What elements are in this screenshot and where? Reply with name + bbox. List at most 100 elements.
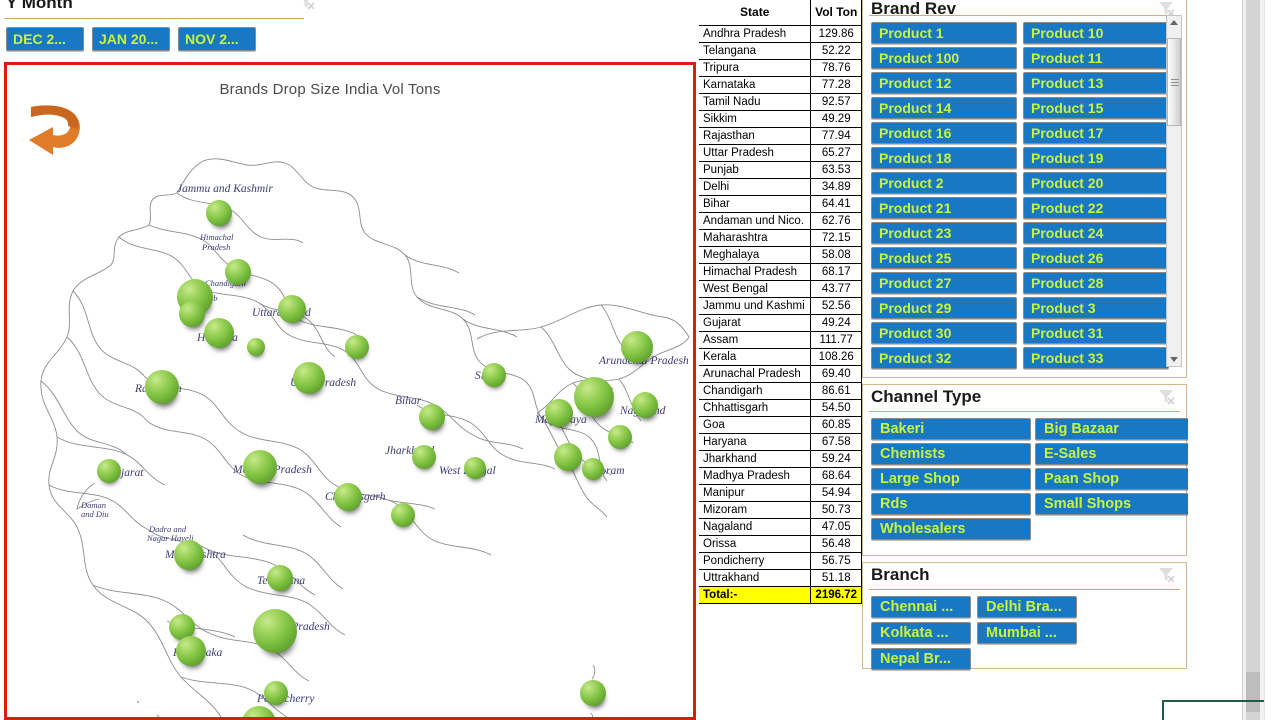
map-bubble-26[interactable] (545, 399, 574, 431)
brand-item-12[interactable]: Product 2 (871, 172, 1017, 194)
table-row[interactable]: Andaman und Nico. 62.76 (699, 211, 862, 230)
table-row[interactable]: Jammu und Kashmi 52.56 (699, 296, 862, 315)
table-row[interactable]: Tripura 78.76 (699, 58, 862, 77)
map-bubble-18[interactable] (176, 636, 207, 671)
map-bubble-7[interactable] (345, 335, 370, 363)
month-item-1[interactable]: JAN 20... (92, 27, 170, 51)
branch-item-2[interactable]: Kolkata ... (871, 622, 971, 644)
brand-item-21[interactable]: Product 28 (1023, 272, 1169, 294)
map-bubble-5[interactable] (247, 338, 266, 359)
channel-item-2[interactable]: Chemists (871, 443, 1031, 465)
table-row[interactable]: Haryana 67.58 (699, 432, 862, 451)
brand-item-6[interactable]: Product 14 (871, 97, 1017, 119)
app-vertical-scrollbar[interactable] (1242, 0, 1264, 720)
map-bubble-29[interactable] (632, 392, 659, 422)
branch-item-3[interactable]: Mumbai ... (977, 622, 1077, 644)
map-bubble-3[interactable] (179, 301, 206, 331)
brand-item-13[interactable]: Product 20 (1023, 172, 1169, 194)
table-row[interactable]: Mizoram 50.73 (699, 500, 862, 519)
table-row[interactable]: Andhra Pradesh 129.86 (699, 24, 862, 43)
brand-item-19[interactable]: Product 26 (1023, 247, 1169, 269)
map-bubble-10[interactable] (97, 459, 122, 487)
branch-item-4[interactable]: Nepal Br... (871, 648, 971, 670)
brand-item-24[interactable]: Product 30 (871, 322, 1017, 344)
brand-item-5[interactable]: Product 13 (1023, 72, 1169, 94)
channel-item-8[interactable]: Wholesalers (871, 518, 1031, 540)
table-row[interactable]: Uttar Pradesh 65.27 (699, 143, 862, 162)
map-bubble-19[interactable] (264, 681, 289, 709)
map-bubble-31[interactable] (554, 443, 583, 475)
table-row[interactable]: Arunachal Pradesh 69.40 (699, 364, 862, 383)
table-row[interactable]: Goa 60.85 (699, 415, 862, 434)
brand-item-25[interactable]: Product 31 (1023, 322, 1169, 344)
channel-item-0[interactable]: Bakeri (871, 418, 1031, 440)
table-row[interactable]: Chhattisgarh 54.50 (699, 398, 862, 417)
channel-item-1[interactable]: Big Bazaar (1035, 418, 1195, 440)
scrollbar-thumb[interactable] (1246, 672, 1260, 712)
month-item-2[interactable]: NOV 2... (178, 27, 256, 51)
brand-item-9[interactable]: Product 17 (1023, 122, 1169, 144)
brand-item-0[interactable]: Product 1 (871, 22, 1017, 44)
column-header-volton[interactable]: Vol Ton (810, 0, 862, 26)
table-row[interactable]: Assam 111.77 (699, 330, 862, 349)
brand-item-17[interactable]: Product 24 (1023, 222, 1169, 244)
table-row[interactable]: Chandigarh 86.61 (699, 381, 862, 400)
brand-item-3[interactable]: Product 11 (1023, 47, 1169, 69)
table-row[interactable]: Uttrakhand 51.18 (699, 568, 862, 587)
table-row[interactable]: Tamil Nadu 92.57 (699, 92, 862, 111)
channel-item-4[interactable]: Large Shop (871, 468, 1031, 490)
map-bubble-12[interactable] (334, 483, 363, 515)
map-bubble-14[interactable] (174, 540, 205, 575)
brand-item-4[interactable]: Product 12 (871, 72, 1017, 94)
map-bubble-4[interactable] (204, 318, 235, 353)
table-row[interactable]: Rajasthan 77.94 (699, 126, 862, 145)
brand-item-10[interactable]: Product 18 (871, 147, 1017, 169)
scrollbar-thumb[interactable] (1167, 38, 1181, 126)
map-bubble-15[interactable] (267, 565, 294, 595)
table-row[interactable]: Karnataka 77.28 (699, 75, 862, 94)
table-row[interactable]: Maharashtra 72.15 (699, 228, 862, 247)
channel-item-5[interactable]: Paan Shop (1035, 468, 1195, 490)
brand-item-15[interactable]: Product 22 (1023, 197, 1169, 219)
brand-item-11[interactable]: Product 19 (1023, 147, 1169, 169)
brand-item-18[interactable]: Product 25 (871, 247, 1017, 269)
brand-item-23[interactable]: Product 3 (1023, 297, 1169, 319)
branch-item-0[interactable]: Chennai ... (871, 596, 971, 618)
table-row[interactable]: West Bengal 43.77 (699, 279, 862, 298)
brand-item-16[interactable]: Product 23 (871, 222, 1017, 244)
brand-item-14[interactable]: Product 21 (871, 197, 1017, 219)
brand-item-8[interactable]: Product 16 (871, 122, 1017, 144)
map-bubble-11[interactable] (243, 450, 278, 489)
table-row[interactable]: Sikkim 49.29 (699, 109, 862, 128)
table-row[interactable]: Himachal Pradesh 68.17 (699, 262, 862, 281)
map-bubble-32[interactable] (582, 458, 605, 484)
map-bubble-1[interactable] (225, 259, 252, 289)
map-bubble-25[interactable] (464, 457, 487, 483)
map-bubble-22[interactable] (482, 363, 507, 391)
clear-filter-icon[interactable] (1158, 389, 1176, 405)
table-row[interactable]: Pondicherry 56.75 (699, 551, 862, 570)
map-bubble-8[interactable] (293, 362, 326, 399)
map-bubble-30[interactable] (608, 425, 633, 453)
channel-item-6[interactable]: Rds (871, 493, 1031, 515)
table-row[interactable]: Delhi 34.89 (699, 177, 862, 196)
table-row[interactable]: Telangana 52.22 (699, 41, 862, 60)
clear-filter-icon[interactable] (1158, 567, 1176, 583)
table-row[interactable]: Nagaland 47.05 (699, 517, 862, 536)
scrollbar-track[interactable] (1246, 0, 1260, 720)
table-row[interactable]: Meghalaya 58.08 (699, 245, 862, 264)
map-bubble-0[interactable] (206, 200, 233, 230)
scroll-down-arrow-icon[interactable] (1167, 352, 1181, 366)
table-row[interactable]: Kerala 108.26 (699, 347, 862, 366)
map-bubble-23[interactable] (419, 404, 446, 434)
clear-filter-icon[interactable] (298, 0, 316, 10)
scroll-up-arrow-icon[interactable] (1167, 16, 1181, 30)
month-item-0[interactable]: DEC 2... (6, 27, 84, 51)
brand-slicer-scrollbar[interactable] (1166, 15, 1182, 367)
table-row[interactable]: Gujarat 49.24 (699, 313, 862, 332)
map-bubble-27[interactable] (574, 377, 615, 423)
channel-item-7[interactable]: Small Shops (1035, 493, 1195, 515)
table-row[interactable]: Manipur 54.94 (699, 483, 862, 502)
map-bubble-13[interactable] (391, 503, 416, 531)
map-bubble-24[interactable] (412, 445, 437, 473)
